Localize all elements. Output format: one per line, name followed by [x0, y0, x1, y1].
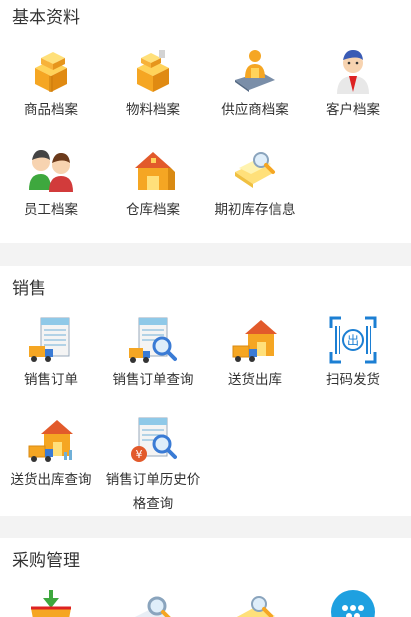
grid-item-warehouse-archive[interactable]: 仓库档案 [102, 146, 204, 222]
grid-item-delivery-out[interactable]: 送货出库 [204, 316, 306, 392]
grid-item-label: 扫码发货 [326, 372, 380, 387]
grid-item-label: 销售订单历史价格查询 [105, 472, 201, 511]
supplier-person-icon [235, 50, 275, 92]
grid-item-label: 送货出库查询 [10, 472, 92, 487]
grid-item-sales-order[interactable]: 销售订单 [0, 316, 102, 392]
grid-item-scan-ship[interactable]: 出 扫码发货 [302, 316, 404, 392]
scan-barcode-icon: 出 [329, 316, 377, 364]
truck-sheet-icon [29, 317, 70, 362]
section-basic-info: 基本资料 商品档案 物料档案 供应商档案 客户档案 员工档案 仓库档案 期初库存… [0, 0, 411, 243]
warehouse-icon [135, 152, 175, 190]
truck-house-icon [232, 320, 277, 362]
grid-item-label: 物料档案 [126, 102, 180, 117]
grid-item-sales-price-history-query[interactable]: ¥ 销售订单历史价格查询 [102, 416, 204, 516]
section-title-sales: 销售 [12, 279, 46, 298]
grid-item-employee-archive[interactable]: 员工档案 [0, 146, 102, 222]
section-purchase: 采购管理 [0, 538, 411, 617]
search-icon [135, 596, 171, 617]
price-sheet-search-icon: ¥ [131, 417, 177, 462]
employees-icon [29, 150, 73, 192]
boxes-icon [35, 52, 67, 92]
boxes-icon [137, 50, 169, 92]
grid-item-purchase-search[interactable] [102, 588, 204, 617]
basket-icon [31, 590, 71, 617]
customer-person-icon [337, 50, 369, 94]
grid-item-label: 员工档案 [24, 202, 78, 217]
grid-item-label: 供应商档案 [221, 102, 289, 117]
grid-item-label: 客户档案 [326, 102, 380, 117]
grid-item-purchase-folder[interactable] [204, 588, 306, 617]
grid-item-customer-archive[interactable]: 客户档案 [302, 46, 404, 122]
grid-item-label: 仓库档案 [126, 202, 180, 217]
grid-item-delivery-out-query[interactable]: 送货出库查询 [0, 416, 102, 492]
grid-item-supplier-archive[interactable]: 供应商档案 [204, 46, 306, 122]
truck-sheet-search-icon [129, 317, 177, 363]
grid-item-sales-order-query[interactable]: 销售订单查询 [102, 316, 204, 392]
grid-item-purchase-more[interactable] [302, 588, 404, 617]
grid-item-label: 销售订单查询 [112, 372, 194, 387]
grid-item-label: 期初库存信息 [214, 202, 296, 217]
more-icon [331, 590, 375, 617]
folder-search-icon [235, 152, 275, 188]
section-sales: 销售 销售订单 销售订单查询 送货出库 出 扫码发货 送货出库查询 ¥ 销售订单… [0, 266, 411, 516]
grid-item-product-archive[interactable]: 商品档案 [0, 46, 102, 122]
price-badge-text: ¥ [136, 448, 143, 461]
section-title-purchase: 采购管理 [12, 551, 80, 570]
grid-item-label: 送货出库 [228, 372, 282, 387]
folder-search-icon [236, 596, 275, 617]
scan-badge-text: 出 [347, 334, 359, 348]
grid-item-opening-stock-info[interactable]: 期初库存信息 [204, 146, 306, 222]
truck-house-search-icon [28, 420, 73, 462]
grid-item-purchase-basket[interactable] [0, 588, 102, 617]
section-title-basic-info: 基本资料 [12, 8, 80, 27]
grid-item-label: 销售订单 [24, 372, 78, 387]
grid-item-label: 商品档案 [24, 102, 78, 117]
grid-item-material-archive[interactable]: 物料档案 [102, 46, 204, 122]
